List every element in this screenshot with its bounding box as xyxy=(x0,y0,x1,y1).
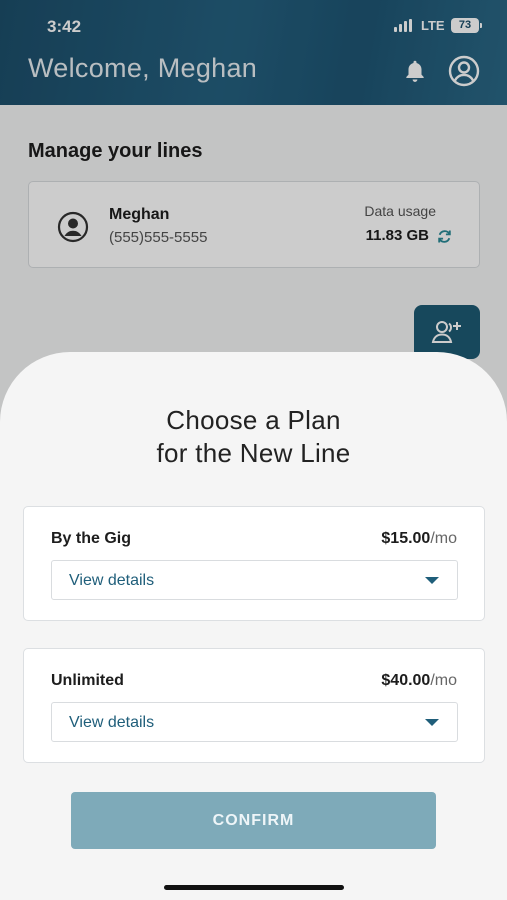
plan-name: Unlimited xyxy=(51,672,124,689)
chevron-down-icon xyxy=(425,577,439,584)
plan-price-amount: $40.00 xyxy=(381,672,431,689)
plan-price-amount: $15.00 xyxy=(381,530,431,547)
home-indicator[interactable] xyxy=(164,885,344,890)
plan-price-period: /mo xyxy=(430,672,457,689)
confirm-button[interactable]: CONFIRM xyxy=(71,792,436,849)
plan-price-period: /mo xyxy=(430,530,457,547)
view-details-dropdown[interactable]: View details xyxy=(51,560,458,600)
view-details-dropdown[interactable]: View details xyxy=(51,702,458,742)
plan-card-by-the-gig[interactable]: By the Gig $15.00/mo View details xyxy=(23,506,485,621)
plan-price: $40.00/mo xyxy=(381,672,457,690)
choose-plan-sheet: Choose a Plan for the New Line By the Gi… xyxy=(0,352,507,900)
plan-price: $15.00/mo xyxy=(381,530,457,548)
sheet-title: Choose a Plan for the New Line xyxy=(0,404,507,470)
sheet-title-line-2: for the New Line xyxy=(156,438,351,468)
view-details-label: View details xyxy=(69,714,155,731)
view-details-label: View details xyxy=(69,572,155,589)
plan-name: By the Gig xyxy=(51,530,132,547)
sheet-title-line-1: Choose a Plan xyxy=(166,405,341,435)
chevron-down-icon xyxy=(425,719,439,726)
plan-card-unlimited[interactable]: Unlimited $40.00/mo View details xyxy=(23,648,485,763)
